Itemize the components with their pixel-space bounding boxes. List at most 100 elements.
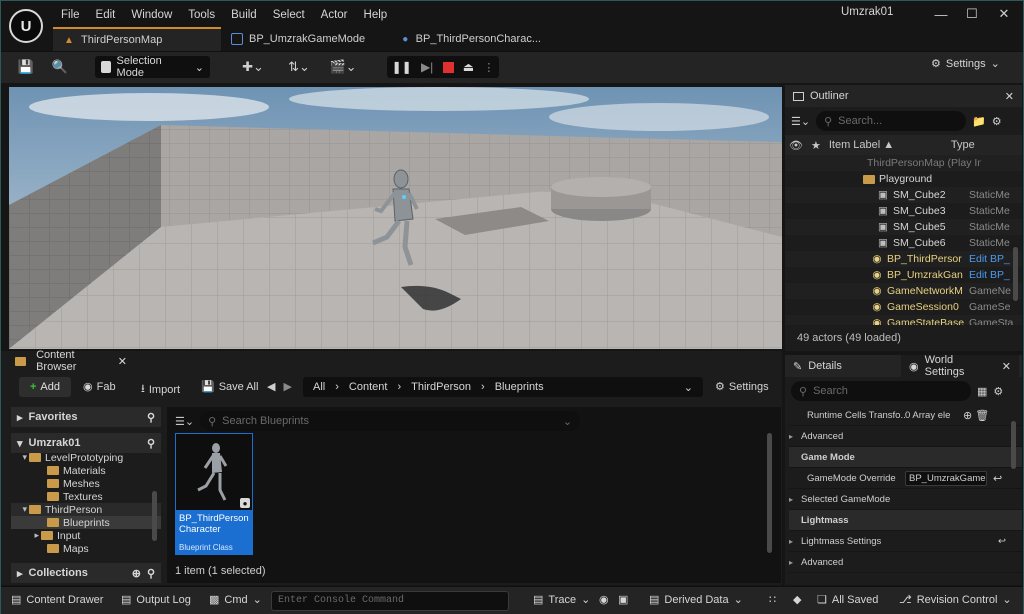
- filter-icon[interactable]: ☰⌄: [791, 115, 810, 128]
- sources-scrollbar[interactable]: [152, 491, 157, 541]
- back-icon[interactable]: ◀: [267, 380, 275, 393]
- cmd-dropdown[interactable]: ▩ Cmd ⌄: [209, 593, 262, 607]
- all-saved-indicator[interactable]: ❏ All Saved: [817, 593, 878, 607]
- menu-item-file[interactable]: File: [53, 9, 88, 21]
- reset-icon[interactable]: ↩: [993, 472, 1002, 485]
- asset-search-input[interactable]: ⚲ Search Blueprints ⌄: [200, 411, 581, 431]
- add-folder-icon[interactable]: 📁: [972, 115, 986, 128]
- pause-icon[interactable]: ❚❚: [392, 60, 412, 74]
- details-search-input[interactable]: ⚲ Search: [791, 381, 971, 401]
- outliner-row[interactable]: Playground: [785, 171, 1022, 187]
- add-button[interactable]: + Add: [19, 377, 71, 397]
- tab-gamemode[interactable]: BP_UmzrakGameMode: [221, 27, 391, 51]
- breadcrumb-all[interactable]: All: [313, 381, 325, 393]
- outliner-row[interactable]: ◉ GameSession0 GameSe: [785, 299, 1022, 315]
- close-icon[interactable]: ✕: [1005, 90, 1014, 103]
- add-element-icon[interactable]: ⊕ 🗑: [963, 409, 989, 422]
- property-row[interactable]: GameMode Override BP_UmzrakGameM ↩: [789, 468, 1022, 489]
- visibility-icon[interactable]: 👁: [789, 139, 803, 152]
- settings-button[interactable]: ⚙ Settings ⌄: [931, 57, 1000, 71]
- close-icon[interactable]: ✕: [989, 3, 1019, 25]
- folder-tree-item[interactable]: Textures: [11, 490, 161, 503]
- output-log-button[interactable]: ▤ Output Log: [121, 593, 191, 607]
- outliner-item-type[interactable]: Edit BP_: [965, 269, 1017, 281]
- property-row[interactable]: ▸ Advanced: [789, 426, 1022, 447]
- add-actor-icon[interactable]: ✚⌄: [237, 56, 269, 78]
- search-icon[interactable]: ⚲: [147, 411, 155, 424]
- menu-item-edit[interactable]: Edit: [88, 9, 124, 21]
- reset-icon[interactable]: ↩: [998, 536, 1006, 547]
- menu-item-build[interactable]: Build: [223, 9, 265, 21]
- search-icon[interactable]: ⚲: [147, 437, 155, 450]
- trace-dropdown[interactable]: ▤ Trace ⌄: [533, 593, 590, 607]
- asset-scrollbar[interactable]: [767, 433, 772, 553]
- property-value[interactable]: BP_UmzrakGameM: [905, 470, 987, 486]
- outliner-tab[interactable]: Outliner ✕: [785, 85, 1022, 107]
- fab-button[interactable]: ◉ Fab: [83, 380, 116, 394]
- cb-settings-button[interactable]: ⚙ Settings: [715, 380, 769, 394]
- table-view-icon[interactable]: ▦: [977, 385, 987, 398]
- stop-icon[interactable]: [442, 61, 454, 73]
- type-column[interactable]: Type: [951, 139, 975, 151]
- record-icon[interactable]: ◉: [599, 593, 609, 606]
- unreal-logo-icon[interactable]: U: [9, 9, 43, 43]
- blueprint-toolbar-icon[interactable]: ⇅⌄: [283, 56, 315, 78]
- outliner-row[interactable]: ▣ SM_Cube3 StaticMe: [785, 203, 1022, 219]
- save-all-button[interactable]: 💾 Save All: [201, 380, 258, 394]
- browse-icon[interactable]: 🔍: [49, 56, 71, 78]
- folder-tree-item[interactable]: Meshes: [11, 477, 161, 490]
- import-button[interactable]: ⭳ Import: [141, 380, 180, 399]
- property-row[interactable]: Runtime Cells Transfo... 0 Array ele ⊕ 🗑: [789, 405, 1022, 426]
- folder-tree-item[interactable]: Blueprints: [11, 516, 161, 529]
- outliner-row[interactable]: ◉ GameNetworkM GameNe: [785, 283, 1022, 299]
- gear-icon[interactable]: ⚙: [992, 115, 1002, 128]
- details-tab[interactable]: ✎ Details: [785, 355, 901, 377]
- search-icon[interactable]: ⚲: [147, 567, 155, 580]
- project-header[interactable]: ▾ Umzrak01 ⚲: [11, 433, 161, 453]
- tab-thirdpersonmap[interactable]: ▲ ThirdPersonMap: [53, 27, 221, 51]
- tab-thirdpersoncharacter[interactable]: ● BP_ThirdPersonCharac...: [391, 27, 551, 51]
- more-options-icon[interactable]: ⋮: [483, 61, 494, 74]
- close-icon[interactable]: ✕: [1002, 360, 1011, 373]
- property-section[interactable]: Game Mode: [789, 447, 1022, 468]
- outliner-row[interactable]: ThirdPersonMap (Play In Ed: [785, 155, 1022, 171]
- screenshot-icon[interactable]: ▣: [618, 593, 628, 606]
- menu-item-select[interactable]: Select: [265, 9, 313, 21]
- menu-item-help[interactable]: Help: [356, 9, 396, 21]
- eject-icon[interactable]: ⏏: [463, 60, 474, 74]
- source-control-icon[interactable]: ◆: [793, 593, 801, 606]
- outliner-item-type[interactable]: Edit BP_: [965, 253, 1017, 265]
- outliner-row[interactable]: ◉ GameStateBase GameSta: [785, 315, 1022, 325]
- selection-mode-dropdown[interactable]: Selection Mode ⌄: [95, 55, 210, 79]
- filter-icon[interactable]: ☰⌄: [175, 415, 194, 428]
- collections-header[interactable]: ▸ Collections ⊕ ⚲: [11, 563, 161, 583]
- folder-tree-item[interactable]: ▾ LevelPrototyping: [11, 451, 161, 464]
- add-collection-icon[interactable]: ⊕: [132, 567, 141, 580]
- revision-control-dropdown[interactable]: ⎇ Revision Control ⌄: [899, 593, 1012, 607]
- outliner-row[interactable]: ▣ SM_Cube5 StaticMe: [785, 219, 1022, 235]
- gear-icon[interactable]: ⚙: [993, 385, 1003, 398]
- property-row[interactable]: ▸ Lightmass Settings ↩: [789, 531, 1022, 552]
- level-viewport[interactable]: [9, 87, 782, 349]
- outliner-row[interactable]: ▣ SM_Cube6 StaticMe: [785, 235, 1022, 251]
- outliner-row[interactable]: ◉ BP_ThirdPersor Edit BP_: [785, 251, 1022, 267]
- maximize-icon[interactable]: ☐: [957, 3, 987, 25]
- breadcrumb-content[interactable]: Content: [349, 381, 388, 393]
- outliner-search-input[interactable]: ⚲ Search...: [816, 111, 967, 131]
- property-row[interactable]: ▸ Selected GameMode: [789, 489, 1022, 510]
- folder-tree-item[interactable]: Materials: [11, 464, 161, 477]
- save-icon[interactable]: 💾: [15, 56, 37, 78]
- property-row[interactable]: ▸ Advanced: [789, 552, 1022, 573]
- outliner-row[interactable]: ◉ BP_UmzrakGan Edit BP_: [785, 267, 1022, 283]
- favorites-header[interactable]: ▸ Favorites ⚲: [11, 407, 161, 427]
- minimize-icon[interactable]: —: [926, 3, 956, 25]
- content-browser-tab[interactable]: Content Browser ✕: [7, 349, 135, 373]
- outliner-row[interactable]: ▣ SM_Cube2 StaticMe: [785, 187, 1022, 203]
- outliner-scrollbar[interactable]: [1013, 247, 1018, 301]
- content-drawer-button[interactable]: ▤ Content Drawer: [11, 593, 103, 607]
- world-settings-tab[interactable]: ◉ World Settings ✕: [901, 354, 1019, 378]
- breadcrumb-thirdperson[interactable]: ThirdPerson: [411, 381, 471, 393]
- folder-tree-item[interactable]: ▸ Input: [11, 529, 161, 542]
- breadcrumb-blueprints[interactable]: Blueprints: [495, 381, 544, 393]
- folder-tree-item[interactable]: ▾ ThirdPerson: [11, 503, 161, 516]
